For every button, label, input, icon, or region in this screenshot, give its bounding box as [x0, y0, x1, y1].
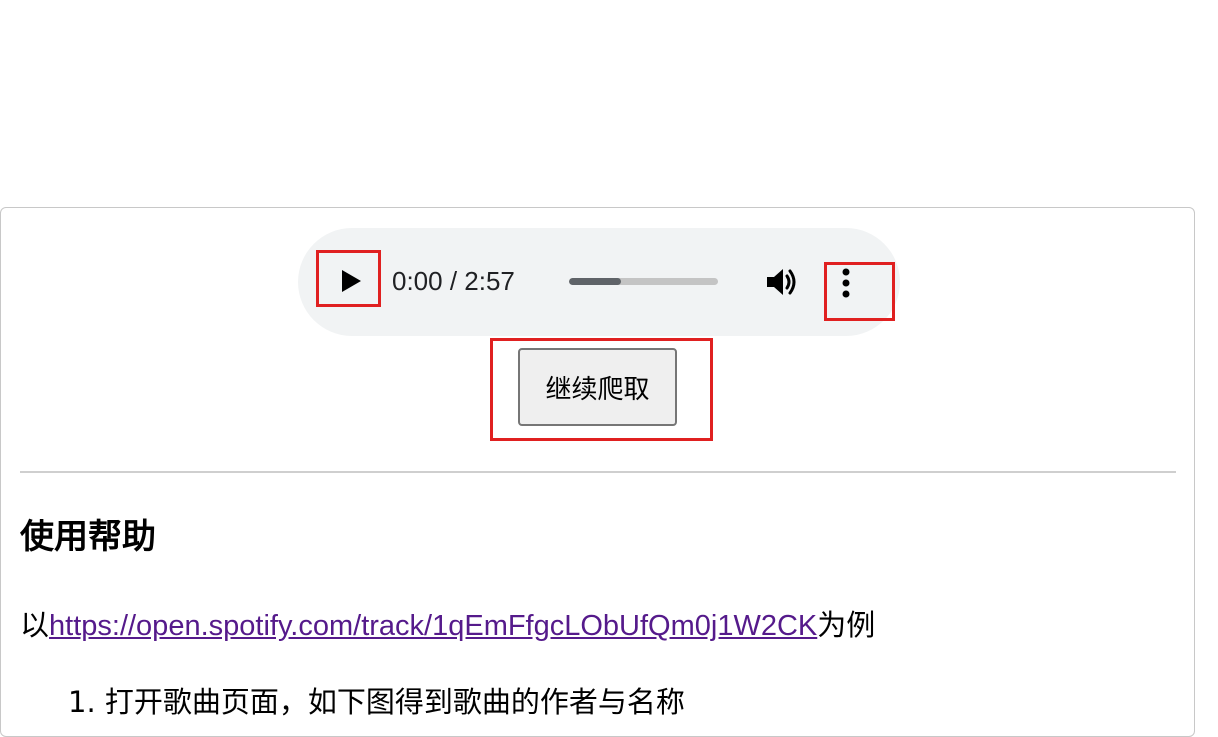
volume-icon	[767, 269, 796, 295]
example-suffix: 为例	[817, 608, 876, 642]
continue-crawl-button[interactable]: 继续爬取	[518, 348, 677, 426]
play-icon	[342, 270, 361, 292]
help-example: 以https://open.spotify.com/track/1qEmFfgc…	[20, 604, 875, 647]
step-text: 打开歌曲页面，如下图得到歌曲的作者与名称	[104, 685, 685, 719]
volume-button[interactable]	[764, 264, 800, 300]
progress-fill	[569, 278, 622, 285]
current-time: 0:00	[392, 266, 443, 296]
help-title: 使用帮助	[20, 517, 156, 557]
more-vertical-icon	[842, 268, 850, 298]
time-display: 0:00 / 2:57	[392, 264, 515, 298]
divider	[20, 471, 1176, 473]
progress-slider[interactable]	[569, 278, 718, 285]
play-button[interactable]	[336, 266, 366, 296]
example-prefix: 以	[20, 608, 50, 642]
help-step-item: 1. 打开歌曲页面，如下图得到歌曲的作者与名称	[68, 681, 685, 723]
example-link[interactable]: https://open.spotify.com/track/1qEmFfgcL…	[49, 610, 817, 642]
step-number: 1.	[68, 685, 96, 719]
more-options-button[interactable]	[832, 265, 860, 301]
duration: 2:57	[464, 266, 515, 296]
time-separator: /	[442, 266, 465, 296]
